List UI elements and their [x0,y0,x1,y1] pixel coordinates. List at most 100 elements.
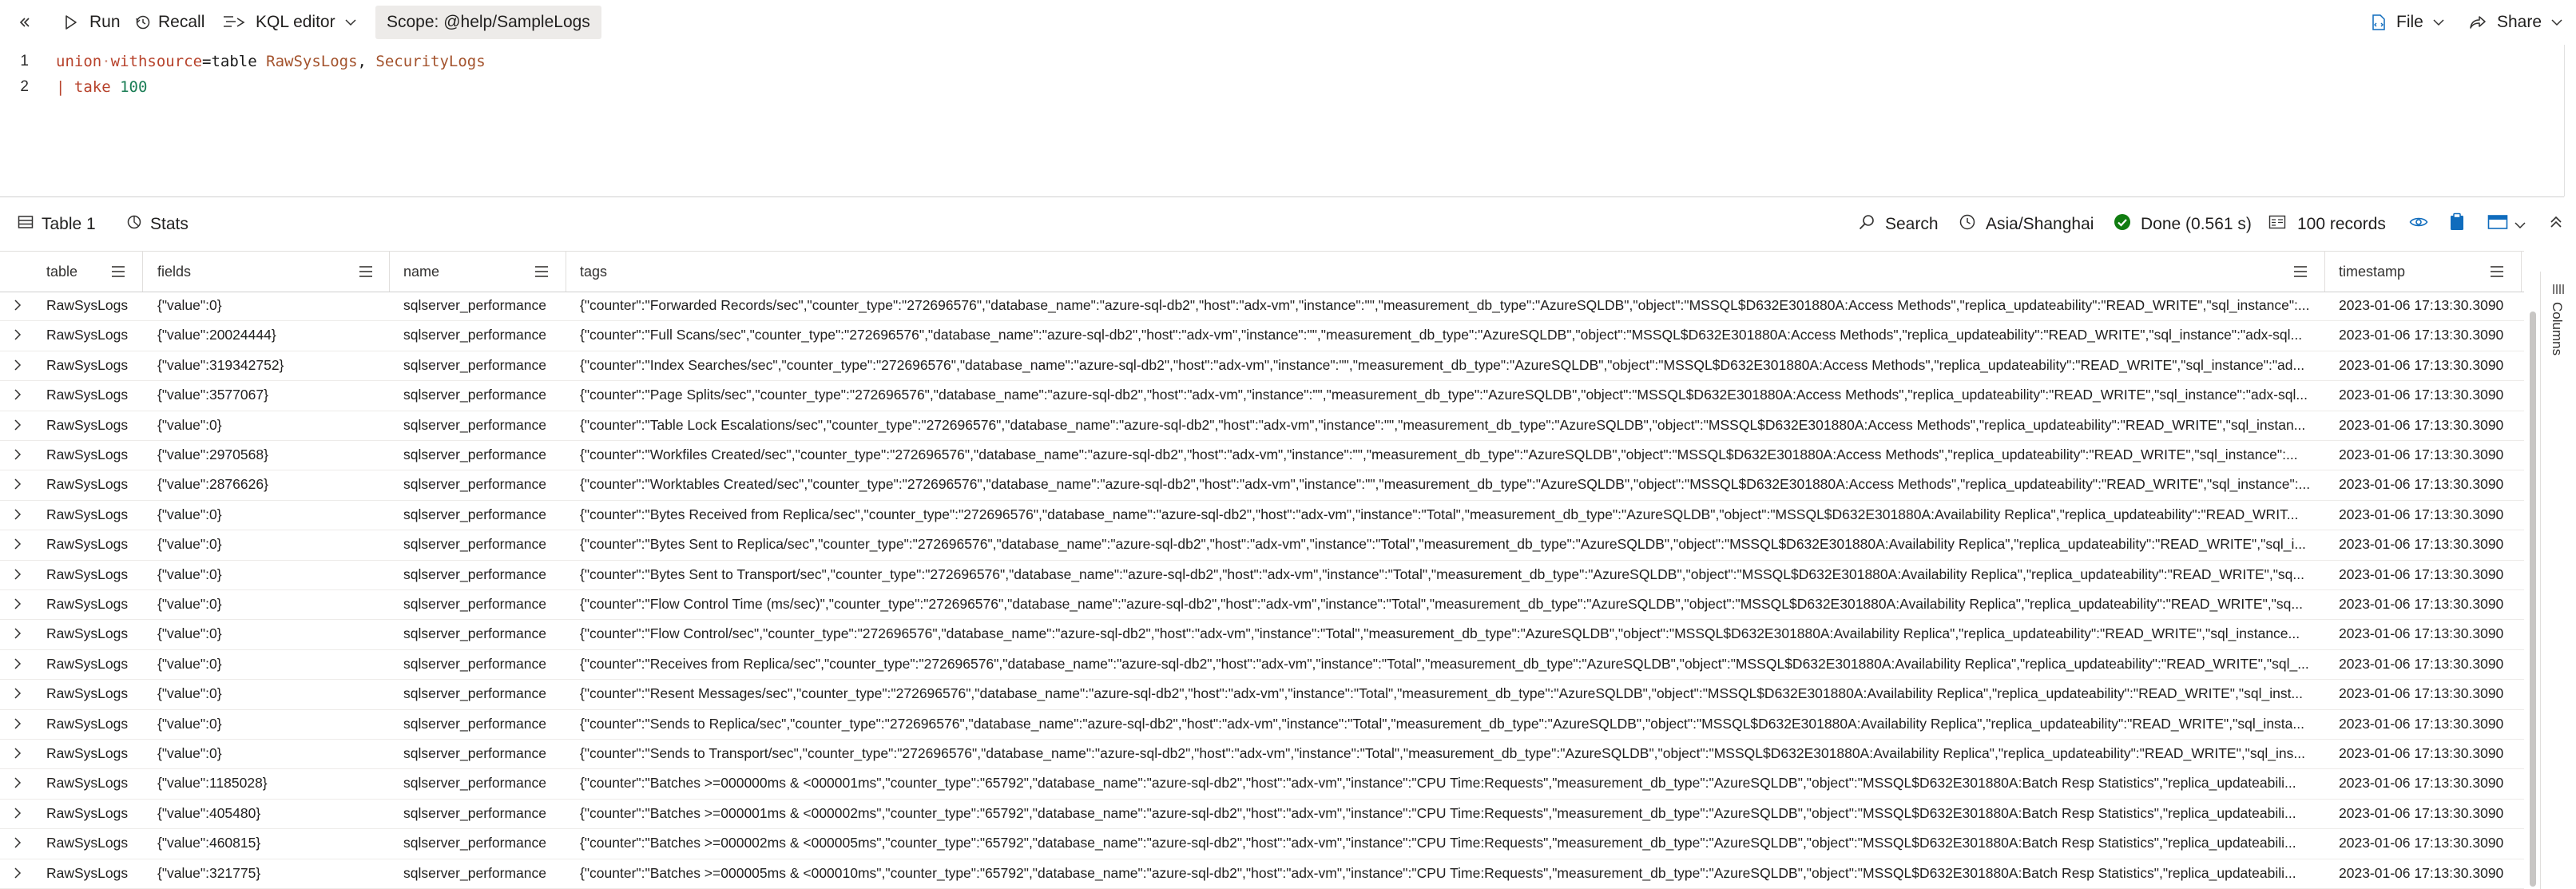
expand-row-icon[interactable] [14,687,22,704]
cell-table[interactable]: RawSysLogs [46,828,138,858]
search-button[interactable]: Search [1858,200,1939,249]
table-row[interactable]: RawSysLogs {"value":0} sqlserver_performan… [0,619,2524,650]
cell-timestamp[interactable]: 2023-01-06 17:13:30.3090 [2339,560,2521,589]
cell-tags[interactable]: {"counter":"Sends to Replica/sec","count… [580,709,2320,739]
cell-timestamp[interactable]: 2023-01-06 17:13:30.3090 [2339,768,2521,798]
expand-row-icon[interactable] [14,597,22,614]
expand-row-icon[interactable] [14,717,22,734]
cell-name[interactable]: sqlserver_performance [403,799,562,828]
columns-side-panel[interactable]: Columns [2540,272,2576,889]
cell-fields[interactable]: {"value":405480} [157,799,385,828]
cell-timestamp[interactable]: 2023-01-06 17:13:30.3090 [2339,619,2521,649]
cell-timestamp[interactable]: 2023-01-06 17:13:30.3090 [2339,380,2521,410]
cell-table[interactable]: RawSysLogs [46,440,138,470]
cell-fields[interactable]: {"value":0} [157,411,385,440]
column-menu-icon[interactable] [359,266,372,280]
tab-stats[interactable]: Stats [126,200,189,249]
recall-button[interactable]: Recall [134,0,204,45]
cell-tags[interactable]: {"counter":"Index Searches/sec","counter… [580,351,2320,380]
tab-table-1[interactable]: Table 1 [18,200,96,249]
cell-tags[interactable]: {"counter":"Flow Control Time (ms/sec)",… [580,589,2320,619]
cell-name[interactable]: sqlserver_performance [403,500,562,530]
grid-scrollbar[interactable] [2527,296,2538,889]
column-menu-icon[interactable] [535,266,548,280]
cell-name[interactable]: sqlserver_performance [403,351,562,380]
cell-name[interactable]: sqlserver_performance [403,530,562,559]
cell-timestamp[interactable]: 2023-01-06 17:13:30.3090 [2339,320,2521,350]
cell-tags[interactable]: {"counter":"Sends to Transport/sec","cou… [580,739,2320,768]
query-editor[interactable]: 1 union · withsource =table RawSysLogs, Sec… [0,45,2564,197]
expand-row-icon[interactable] [14,508,22,525]
cell-fields[interactable]: {"value":0} [157,560,385,589]
cell-fields[interactable]: {"value":460815} [157,828,385,858]
table-row[interactable]: RawSysLogs {"value":319342752} sqlserver_p… [0,351,2524,382]
cell-table[interactable]: RawSysLogs [46,530,138,559]
cell-name[interactable]: sqlserver_performance [403,619,562,649]
cell-timestamp[interactable]: 2023-01-06 17:13:30.3090 [2339,828,2521,858]
table-row[interactable]: RawSysLogs {"value":3577067} sqlserver_per… [0,380,2524,411]
cell-name[interactable]: sqlserver_performance [403,709,562,739]
cell-timestamp[interactable]: 2023-01-06 17:13:30.3090 [2339,649,2521,679]
table-row[interactable]: RawSysLogs {"value":0} sqlserver_performan… [0,411,2524,441]
cell-tags[interactable]: {"counter":"Bytes Received from Replica/… [580,500,2320,530]
column-header-tags[interactable]: tags [580,252,607,292]
cell-fields[interactable]: {"value":20024444} [157,320,385,350]
cell-fields[interactable]: {"value":0} [157,530,385,559]
expand-row-icon[interactable] [14,836,22,853]
cell-name[interactable]: sqlserver_performance [403,768,562,798]
cell-timestamp[interactable]: 2023-01-06 17:13:30.3090 [2339,739,2521,768]
cell-fields[interactable]: {"value":0} [157,291,385,320]
column-divider[interactable] [142,252,143,292]
cell-timestamp[interactable]: 2023-01-06 17:13:30.3090 [2339,351,2521,380]
cell-timestamp[interactable]: 2023-01-06 17:13:30.3090 [2339,291,2521,320]
cell-tags[interactable]: {"counter":"Flow Control/sec","counter_t… [580,619,2320,649]
cell-name[interactable]: sqlserver_performance [403,320,562,350]
expand-row-icon[interactable] [14,568,22,585]
expand-row-icon[interactable] [14,538,22,554]
table-row[interactable]: RawSysLogs {"value":0} sqlserver_performan… [0,649,2524,681]
cell-tags[interactable]: {"counter":"Resent Messages/sec","counte… [580,679,2320,708]
file-menu-button[interactable]: File [2371,0,2444,45]
column-header-table[interactable]: table [46,252,77,292]
cell-name[interactable]: sqlserver_performance [403,739,562,768]
cell-name[interactable]: sqlserver_performance [403,649,562,679]
cell-tags[interactable]: {"counter":"Table Lock Escalations/sec",… [580,411,2320,440]
cell-fields[interactable]: {"value":2876626} [157,470,385,499]
table-row[interactable]: RawSysLogs {"value":405480} sqlserver_perf… [0,799,2524,830]
cell-fields[interactable]: {"value":0} [157,649,385,679]
table-row[interactable]: RawSysLogs {"value":2970568} sqlserver_per… [0,440,2524,471]
cell-tags[interactable]: {"counter":"Batches >=000001ms & <000002… [580,799,2320,828]
cell-timestamp[interactable]: 2023-01-06 17:13:30.3090 [2339,589,2521,619]
cell-name[interactable]: sqlserver_performance [403,560,562,589]
expand-row-icon[interactable] [14,328,22,345]
cell-name[interactable]: sqlserver_performance [403,589,562,619]
column-header-timestamp[interactable]: timestamp [2339,252,2405,292]
expand-row-icon[interactable] [14,627,22,644]
cell-tags[interactable]: {"counter":"Batches >=000002ms & <000005… [580,828,2320,858]
cell-table[interactable]: RawSysLogs [46,799,138,828]
cell-table[interactable]: RawSysLogs [46,470,138,499]
cell-timestamp[interactable]: 2023-01-06 17:13:30.3090 [2339,470,2521,499]
cell-table[interactable]: RawSysLogs [46,500,138,530]
cell-name[interactable]: sqlserver_performance [403,291,562,320]
expand-row-icon[interactable] [14,448,22,465]
expand-row-icon[interactable] [14,299,22,316]
column-divider[interactable] [389,252,390,292]
cell-fields[interactable]: {"value":0} [157,500,385,530]
table-row[interactable]: RawSysLogs {"value":1185028} sqlserver_per… [0,768,2524,800]
cell-fields[interactable]: {"value":0} [157,679,385,708]
cell-fields[interactable]: {"value":2970568} [157,440,385,470]
cell-table[interactable]: RawSysLogs [46,291,138,320]
table-row[interactable]: RawSysLogs {"value":0} sqlserver_performan… [0,589,2524,621]
column-menu-icon[interactable] [112,266,125,280]
cell-table[interactable]: RawSysLogs [46,411,138,440]
expand-row-icon[interactable] [14,776,22,793]
cell-tags[interactable]: {"counter":"Batches >=000000ms & <000001… [580,768,2320,798]
cell-fields[interactable]: {"value":0} [157,739,385,768]
table-row[interactable]: RawSysLogs {"value":0} sqlserver_performan… [0,709,2524,740]
table-row[interactable]: RawSysLogs {"value":460815} sqlserver_perf… [0,828,2524,859]
table-row[interactable]: RawSysLogs {"value":0} sqlserver_performan… [0,560,2524,590]
cell-timestamp[interactable]: 2023-01-06 17:13:30.3090 [2339,679,2521,708]
expand-row-icon[interactable] [14,419,22,435]
expand-row-icon[interactable] [14,657,22,674]
